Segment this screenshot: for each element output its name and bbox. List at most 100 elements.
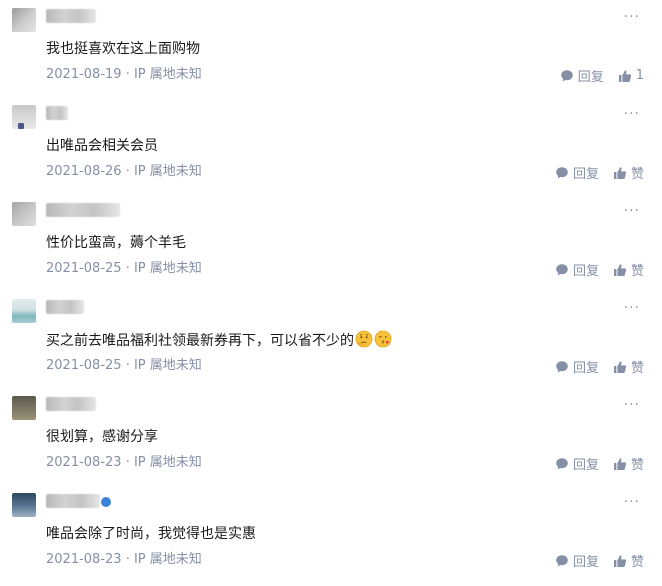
more-dots-icon[interactable]: ··· <box>624 301 640 315</box>
avatar[interactable] <box>12 202 36 226</box>
avatar[interactable] <box>12 299 36 323</box>
comment-text: 很划算，感谢分享 <box>46 429 158 445</box>
more-dots-icon[interactable]: ··· <box>624 495 640 509</box>
thumbs-up-icon <box>613 360 627 373</box>
like-label: 1 <box>635 68 644 83</box>
like-button[interactable]: 赞 <box>613 454 644 473</box>
comment-text: 性价比蛮高，薅个羊毛 <box>46 235 186 251</box>
comment-date: 2021-08-19 <box>46 67 122 82</box>
comment-item: ··· 性价比蛮高，薅个羊毛 2021-08-25 · IP 属地未知 回复 赞 <box>0 198 662 295</box>
meta-separator: · <box>121 552 134 567</box>
reply-button[interactable]: 回复 <box>555 357 599 376</box>
meta-separator: · <box>121 164 134 179</box>
like-label: 赞 <box>630 555 644 570</box>
like-label: 赞 <box>630 458 644 473</box>
thumbs-up-icon <box>613 554 627 567</box>
username-blurred[interactable] <box>46 106 68 120</box>
meta-separator: · <box>121 358 134 373</box>
comment-location: IP 属地未知 <box>133 552 202 567</box>
kissing-face-emoji <box>374 330 392 348</box>
meta-separator: · <box>121 261 134 276</box>
comment-date: 2021-08-25 <box>46 358 122 373</box>
reply-button[interactable]: 回复 <box>560 66 604 85</box>
comment-text: 出唯品会相关会员 <box>46 138 158 154</box>
thumbs-up-icon <box>613 263 627 276</box>
reply-label: 回复 <box>572 361 599 376</box>
comment-location: IP 属地未知 <box>133 164 202 179</box>
comment-item: ··· 唯品会除了时尚，我觉得也是实惠 2021-08-23 · IP 属地未知… <box>0 489 662 586</box>
reply-label: 回复 <box>572 264 599 279</box>
comment-date: 2021-08-23 <box>46 455 122 470</box>
avatar[interactable] <box>12 8 36 32</box>
reply-label: 回复 <box>572 458 599 473</box>
comment-text: 我也挺喜欢在这上面购物 <box>46 41 200 57</box>
meta-separator: · <box>121 455 134 470</box>
reply-label: 回复 <box>572 167 599 182</box>
comment-actions: 回复 赞 <box>555 260 644 279</box>
comment-actions: 回复 赞 <box>555 454 644 473</box>
more-dots-icon[interactable]: ··· <box>624 10 640 24</box>
comment-actions: 回复 赞 <box>555 357 644 376</box>
username-blurred[interactable] <box>46 9 96 23</box>
more-dots-icon[interactable]: ··· <box>624 107 640 121</box>
comment-text: 唯品会除了时尚，我觉得也是实惠 <box>46 526 256 542</box>
comment-actions: 回复 1 <box>560 66 644 85</box>
username-blurred[interactable] <box>46 397 96 411</box>
comment-meta: 2021-08-23 · IP 属地未知 <box>46 455 202 471</box>
reply-button[interactable]: 回复 <box>555 551 599 570</box>
thumbs-up-icon <box>613 166 627 179</box>
more-dots-icon[interactable]: ··· <box>624 398 640 412</box>
comment-location: IP 属地未知 <box>133 261 202 276</box>
comment-bubble-icon <box>560 69 573 81</box>
avatar[interactable] <box>12 105 36 129</box>
avatar[interactable] <box>12 493 36 517</box>
like-label: 赞 <box>630 167 644 182</box>
comment-location: IP 属地未知 <box>133 455 202 470</box>
comment-date: 2021-08-25 <box>46 261 122 276</box>
like-button[interactable]: 1 <box>618 68 644 83</box>
comment-meta: 2021-08-19 · IP 属地未知 <box>46 67 202 83</box>
like-button[interactable]: 赞 <box>613 551 644 570</box>
comment-date: 2021-08-26 <box>46 164 122 179</box>
comment-bubble-icon <box>556 263 568 275</box>
comment-list: ··· 我也挺喜欢在这上面购物 2021-08-19 · IP 属地未知 回复 … <box>0 0 662 575</box>
reply-button[interactable]: 回复 <box>555 163 599 182</box>
comment-meta: 2021-08-25 · IP 属地未知 <box>46 358 202 374</box>
comment-meta: 2021-08-25 · IP 属地未知 <box>46 261 202 277</box>
comment-bubble-icon <box>556 166 568 178</box>
comment-meta: 2021-08-23 · IP 属地未知 <box>46 552 202 568</box>
like-button[interactable]: 赞 <box>613 260 644 279</box>
comment-actions: 回复 赞 <box>555 551 644 570</box>
thinking-face-emoji <box>355 330 373 348</box>
thumbs-up-icon <box>618 69 631 82</box>
comment-bubble-icon <box>556 457 568 469</box>
comment-bubble-icon <box>556 360 568 372</box>
like-button[interactable]: 赞 <box>613 163 644 182</box>
comment-location: IP 属地未知 <box>133 67 202 82</box>
comment-item: ··· 很划算，感谢分享 2021-08-23 · IP 属地未知 回复 赞 <box>0 392 662 489</box>
avatar[interactable] <box>12 396 36 420</box>
username-blurred[interactable] <box>46 300 84 314</box>
comment-date: 2021-08-23 <box>46 552 122 567</box>
comment-item: ··· 我也挺喜欢在这上面购物 2021-08-19 · IP 属地未知 回复 … <box>0 4 662 101</box>
thumbs-up-icon <box>613 457 627 470</box>
username-blurred[interactable] <box>46 494 100 508</box>
comment-location: IP 属地未知 <box>133 358 202 373</box>
more-dots-icon[interactable]: ··· <box>624 204 640 218</box>
meta-separator: · <box>121 67 134 82</box>
reply-button[interactable]: 回复 <box>555 454 599 473</box>
username-blurred[interactable] <box>46 203 120 217</box>
reply-label: 回复 <box>577 70 604 85</box>
comment-actions: 回复 赞 <box>555 163 644 182</box>
like-button[interactable]: 赞 <box>613 357 644 376</box>
comment-text-body: 买之前去唯品福利社领最新券再下，可以省不少的 <box>46 333 354 349</box>
reply-label: 回复 <box>572 555 599 570</box>
comment-meta: 2021-08-26 · IP 属地未知 <box>46 164 202 180</box>
like-label: 赞 <box>630 361 644 376</box>
comment-bubble-icon <box>556 554 568 566</box>
reply-button[interactable]: 回复 <box>555 260 599 279</box>
verified-badge-icon <box>101 497 111 507</box>
comment-text: 买之前去唯品福利社领最新券再下，可以省不少的 <box>46 330 392 351</box>
like-label: 赞 <box>630 264 644 279</box>
comment-item: ··· 买之前去唯品福利社领最新券再下，可以省不少的 2021-08-25 · … <box>0 295 662 392</box>
